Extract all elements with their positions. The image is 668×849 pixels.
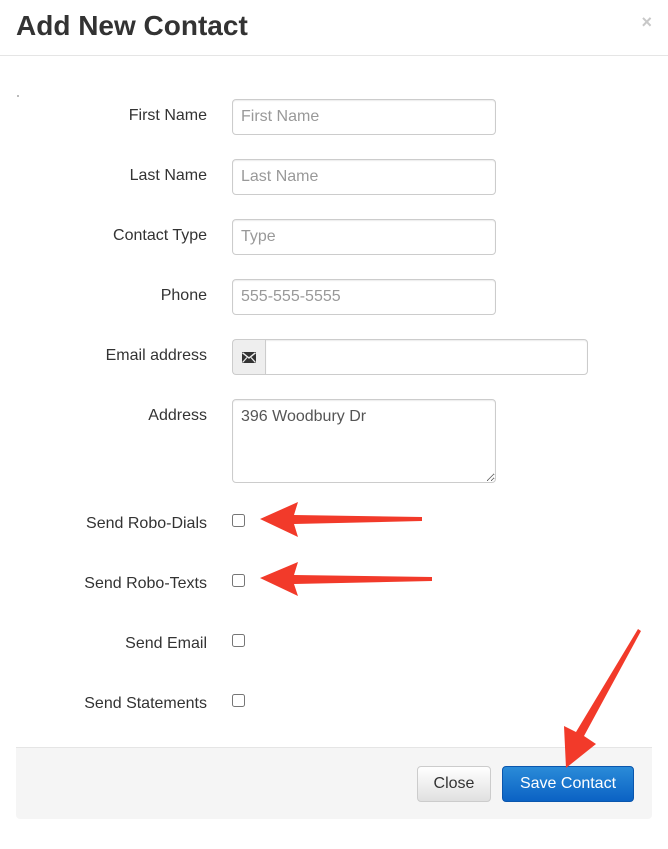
email-label: Email address — [105, 347, 207, 364]
send-statements-label: Send Statements — [84, 695, 207, 712]
address-textarea[interactable]: 396 Woodbury Dr — [232, 399, 496, 483]
save-contact-button[interactable]: Save Contact — [502, 766, 634, 802]
send-robo-texts-label: Send Robo-Texts — [84, 575, 207, 592]
close-icon[interactable]: × — [641, 12, 652, 32]
annotation-arrow-robo-texts — [260, 562, 432, 596]
address-label: Address — [148, 407, 207, 424]
contact-type-label: Contact Type — [113, 227, 207, 244]
first-name-input[interactable] — [232, 99, 496, 135]
close-button[interactable]: Close — [417, 766, 491, 802]
modal-title: Add New Contact — [16, 10, 248, 41]
send-email-label: Send Email — [125, 635, 207, 652]
email-input[interactable] — [265, 339, 588, 375]
send-robo-texts-checkbox[interactable] — [232, 574, 245, 587]
annotation-arrow-robo-dials — [260, 502, 422, 537]
last-name-input[interactable] — [232, 159, 496, 195]
last-name-label: Last Name — [129, 167, 207, 184]
modal-footer: Close Save Contact — [16, 747, 652, 819]
first-name-label: First Name — [128, 107, 207, 124]
send-robo-dials-checkbox[interactable] — [232, 514, 245, 527]
envelope-icon — [232, 339, 265, 375]
stray-mark — [17, 95, 19, 97]
modal-header: Add New Contact × — [0, 0, 668, 56]
phone-input[interactable] — [232, 279, 496, 315]
send-email-checkbox[interactable] — [232, 634, 245, 647]
contact-type-input[interactable] — [232, 219, 496, 255]
email-input-group — [232, 339, 588, 375]
phone-label: Phone — [160, 287, 207, 304]
send-statements-checkbox[interactable] — [232, 694, 245, 707]
send-robo-dials-label: Send Robo-Dials — [86, 515, 207, 532]
